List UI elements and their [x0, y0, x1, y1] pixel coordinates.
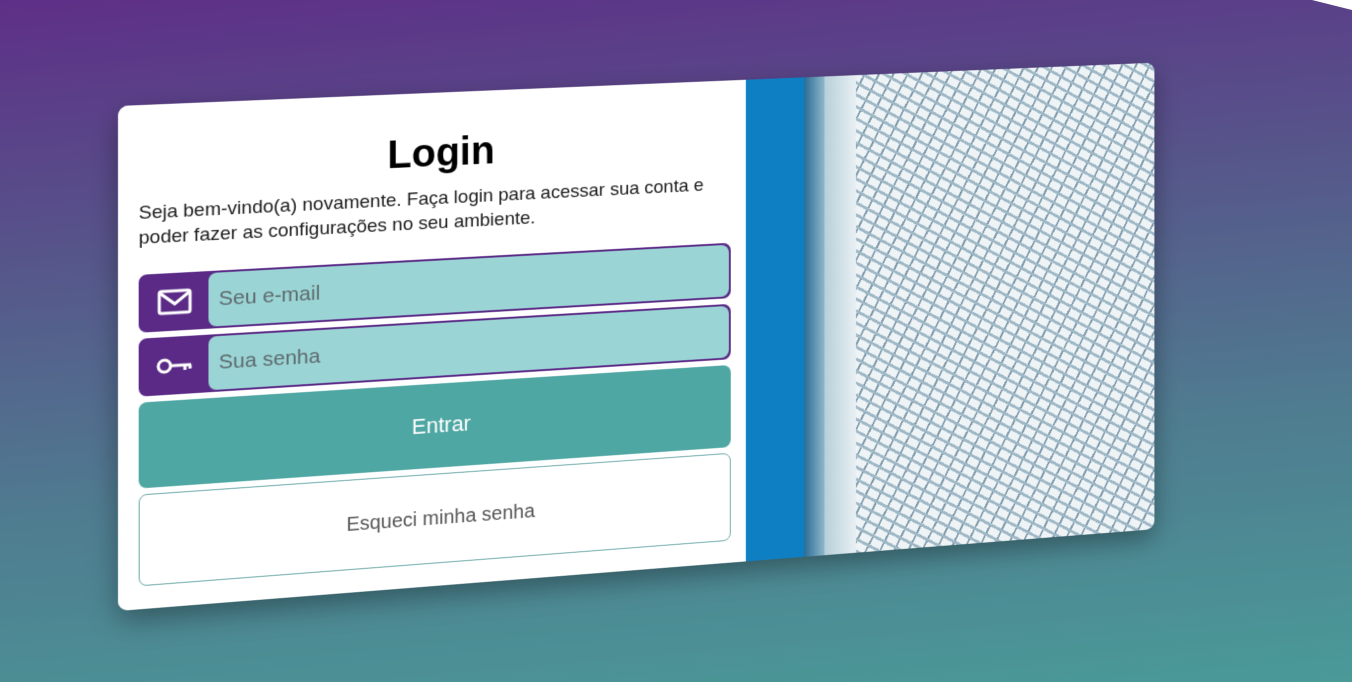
building-image	[745, 62, 1155, 562]
envelope-icon	[141, 273, 209, 331]
building-column	[824, 75, 857, 556]
login-form: Login Seja bem-vindo(a) novamente. Faça …	[118, 79, 746, 611]
building-edge	[803, 76, 825, 557]
login-card: Login Seja bem-vindo(a) novamente. Faça …	[118, 62, 1155, 612]
building-facade	[856, 62, 1155, 553]
page-stage: Login Seja bem-vindo(a) novamente. Faça …	[0, 0, 1352, 682]
key-icon	[141, 337, 209, 395]
